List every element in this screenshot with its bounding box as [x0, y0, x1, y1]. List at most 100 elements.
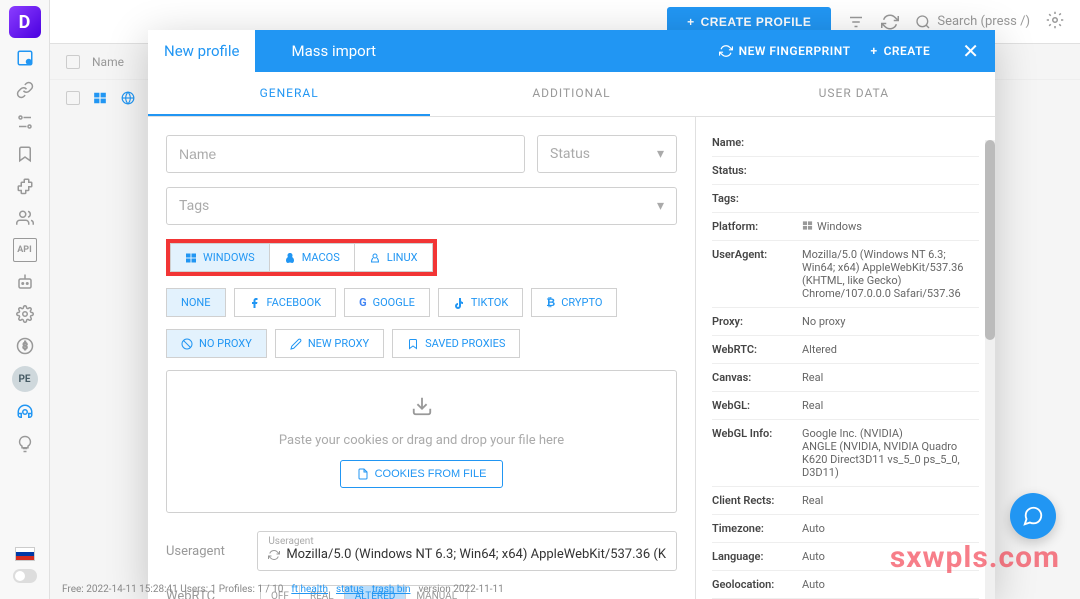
- subtab-additional[interactable]: ADDITIONAL: [430, 72, 712, 116]
- info-canvas-label: Canvas:: [712, 371, 802, 384]
- subtab-user-data[interactable]: USER DATA: [713, 72, 995, 116]
- windows-icon: [185, 252, 197, 264]
- footer-status-link[interactable]: status: [336, 584, 364, 595]
- os-windows-button[interactable]: WINDOWS: [170, 243, 270, 272]
- download-icon: [191, 395, 652, 423]
- preset-crypto-label: CRYPTO: [561, 296, 602, 309]
- info-useragent-value: Mozilla/5.0 (Windows NT 6.3; Win64; x64)…: [802, 248, 979, 300]
- row-checkbox[interactable]: [66, 91, 80, 105]
- status-select[interactable]: Status ▾: [537, 135, 677, 173]
- file-icon: [357, 468, 369, 480]
- select-all-checkbox[interactable]: [66, 55, 80, 69]
- theme-toggle[interactable]: [13, 569, 37, 583]
- modal-header: New profile Mass import NEW FINGERPRINT …: [148, 30, 995, 72]
- refresh-icon[interactable]: [881, 13, 899, 31]
- new-fingerprint-label: NEW FINGERPRINT: [739, 44, 851, 58]
- nav-bookmark-icon[interactable]: [13, 142, 37, 166]
- nav-idea-icon[interactable]: [13, 432, 37, 456]
- create-label: CREATE: [884, 44, 931, 58]
- chevron-down-icon: ▾: [657, 146, 664, 162]
- proxy-saved-label: SAVED PROXIES: [425, 337, 505, 350]
- preset-google[interactable]: G GOOGLE: [344, 288, 430, 317]
- useragent-mini-label: Useragent: [268, 536, 666, 547]
- bitcoin-icon: ₿: [546, 296, 555, 309]
- language-flag-icon[interactable]: [15, 547, 35, 561]
- preset-crypto[interactable]: ₿ CRYPTO: [531, 288, 617, 317]
- info-proxy-value: No proxy: [802, 315, 979, 328]
- nav-filter-icon[interactable]: [13, 110, 37, 134]
- tags-placeholder: Tags: [179, 198, 209, 214]
- tab-mass-import[interactable]: Mass import: [275, 30, 392, 72]
- info-clientrects-value: Real: [802, 494, 979, 507]
- os-linux-button[interactable]: LINUX: [355, 243, 433, 272]
- dropzone-text: Paste your cookies or drag and drop your…: [191, 433, 652, 448]
- info-canvas-value: Real: [802, 371, 979, 384]
- nav-billing-icon[interactable]: $: [13, 334, 37, 358]
- info-name-value: [802, 136, 979, 149]
- info-useragent-label: UserAgent:: [712, 248, 802, 300]
- windows-icon: [802, 220, 813, 231]
- info-webrtc-label: WebRTC:: [712, 343, 802, 356]
- tags-input[interactable]: Tags ▾: [166, 187, 677, 225]
- nav-link-icon[interactable]: [13, 78, 37, 102]
- info-webgl-label: WebGL:: [712, 399, 802, 412]
- proxy-new-proxy[interactable]: NEW PROXY: [275, 329, 384, 358]
- plus-icon: +: [687, 15, 695, 29]
- subtab-general[interactable]: GENERAL: [148, 72, 430, 116]
- useragent-value: Mozilla/5.0 (Windows NT 6.3; Win64; x64)…: [286, 547, 666, 562]
- preset-none[interactable]: NONE: [166, 288, 226, 317]
- footer-trash-link[interactable]: trash bin: [372, 584, 411, 595]
- info-webgl-value: Real: [802, 399, 979, 412]
- proxy-no-proxy[interactable]: NO PROXY: [166, 329, 267, 358]
- info-clientrects-label: Client Rects:: [712, 494, 802, 507]
- pe-badge[interactable]: PE: [12, 366, 38, 392]
- create-button[interactable]: + CREATE: [870, 44, 930, 58]
- nav-users-icon[interactable]: [13, 206, 37, 230]
- search-icon: [915, 14, 931, 30]
- nav-extension-icon[interactable]: [13, 174, 37, 198]
- search-input[interactable]: Search (press /): [915, 14, 1030, 30]
- info-webrtc-value: Altered: [802, 343, 979, 356]
- name-input[interactable]: [166, 135, 525, 173]
- nav-api-icon[interactable]: API: [13, 238, 37, 262]
- info-webglinfo-value: Google Inc. (NVIDIA) ANGLE (NVIDIA, NVID…: [802, 427, 979, 479]
- useragent-row: Useragent Useragent Mozilla/5.0 (Windows…: [166, 531, 677, 571]
- proxy-no-proxy-label: NO PROXY: [199, 337, 252, 350]
- nav-profiles-icon[interactable]: [13, 46, 37, 70]
- os-macos-button[interactable]: MACOS: [270, 243, 355, 272]
- bookmark-icon: [407, 338, 419, 350]
- info-status-label: Status:: [712, 164, 802, 177]
- footer-bar: Free: 2022-14-11 15:28:41 Users: 1 Profi…: [50, 579, 1080, 599]
- new-fingerprint-button[interactable]: NEW FINGERPRINT: [719, 44, 851, 58]
- create-profile-label: CREATE PROFILE: [701, 15, 812, 29]
- proxy-row: NO PROXY NEW PROXY SAVED PROXIES: [166, 329, 677, 358]
- footer-info: Free: 2022-14-11 15:28:41 Users: 1 Profi…: [62, 584, 283, 595]
- globe-mini-icon: [120, 90, 136, 106]
- google-icon: G: [359, 296, 367, 309]
- proxy-saved-proxies[interactable]: SAVED PROXIES: [392, 329, 520, 358]
- preset-facebook[interactable]: FACEBOOK: [234, 288, 337, 317]
- info-proxy-label: Proxy:: [712, 315, 802, 328]
- scrollbar[interactable]: [985, 140, 995, 599]
- close-icon[interactable]: ✕: [962, 39, 979, 63]
- nav-support-icon[interactable]: [13, 400, 37, 424]
- useragent-label: Useragent: [166, 544, 243, 559]
- refresh-icon[interactable]: [268, 549, 280, 561]
- info-timezone-value: Auto: [802, 522, 979, 535]
- cookies-from-file-button[interactable]: COOKIES FROM FILE: [340, 460, 504, 488]
- modal-body: Status ▾ Tags ▾ WINDOWS MACOS: [148, 117, 995, 599]
- nav-robot-icon[interactable]: [13, 270, 37, 294]
- app-logo[interactable]: D: [9, 6, 41, 38]
- preset-tiktok[interactable]: TIKTOK: [438, 288, 523, 317]
- settings-gear-icon[interactable]: [1046, 11, 1064, 33]
- info-platform-value: Windows: [802, 220, 979, 233]
- chat-bubble-button[interactable]: [1010, 493, 1056, 539]
- useragent-input[interactable]: Useragent Mozilla/5.0 (Windows NT 6.3; W…: [257, 531, 677, 571]
- left-sidebar: D API $ PE: [0, 0, 50, 599]
- nav-gear-icon[interactable]: [13, 302, 37, 326]
- tab-new-profile[interactable]: New profile: [148, 30, 255, 72]
- filter-icon[interactable]: [847, 13, 865, 31]
- chevron-down-icon: ▾: [657, 198, 664, 214]
- footer-health-link[interactable]: ft health: [291, 584, 328, 595]
- cookie-dropzone[interactable]: Paste your cookies or drag and drop your…: [166, 370, 677, 513]
